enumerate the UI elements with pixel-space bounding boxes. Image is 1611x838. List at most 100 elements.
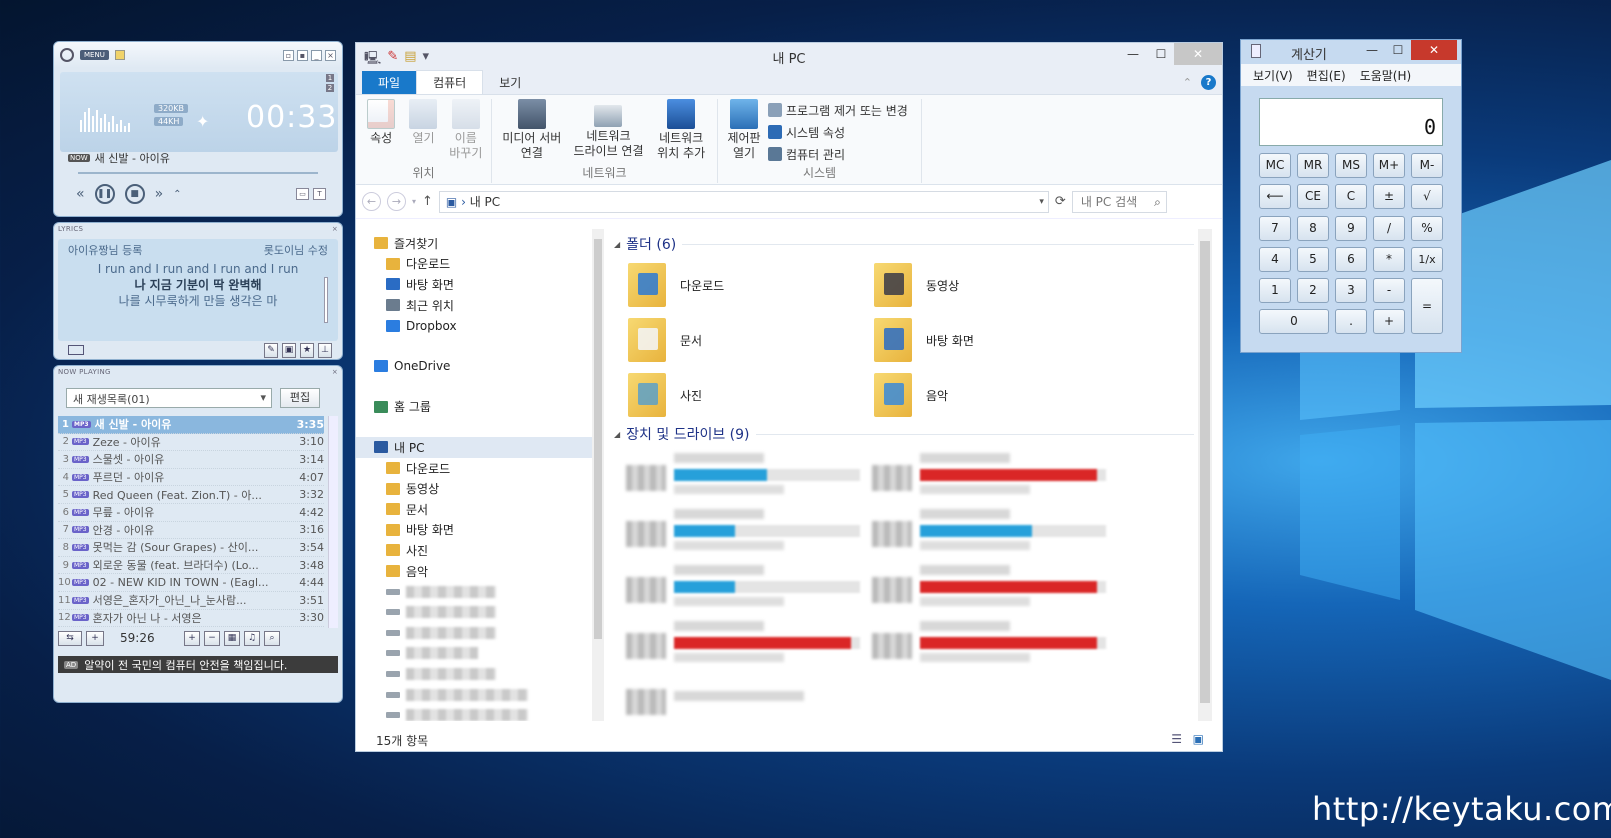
- calc-key[interactable]: MC: [1259, 153, 1291, 178]
- drive-item[interactable]: [626, 509, 862, 553]
- calc-key[interactable]: .: [1335, 309, 1367, 334]
- track-row[interactable]: 10 MP3 02 - NEW KID IN TOWN - (Eagl... 4:44: [58, 574, 324, 592]
- calc-key[interactable]: 2: [1297, 278, 1329, 303]
- nav-item-drive[interactable]: [356, 705, 596, 721]
- playlist-select[interactable]: 새 재생목록(01): [66, 388, 272, 408]
- twitter-icon[interactable]: ✦: [196, 112, 209, 131]
- rewind-icon[interactable]: «: [76, 186, 85, 202]
- maximize-icon[interactable]: ☐: [1148, 43, 1174, 65]
- folder-item[interactable]: 사진: [628, 373, 702, 417]
- nav-item-pc[interactable]: 동영상: [356, 478, 596, 499]
- pin-icon[interactable]: ⊥: [318, 343, 332, 358]
- search-icon[interactable]: ⌕: [264, 630, 280, 646]
- close-icon[interactable]: ×: [332, 225, 338, 235]
- drive-item[interactable]: [872, 509, 1108, 553]
- track-row[interactable]: 9 MP3 외로운 동물 (feat. 브라더수) (Lo... 3:48: [58, 557, 324, 575]
- track-row[interactable]: 2 MP3 Zeze - 아이유 3:10: [58, 434, 324, 452]
- close-icon[interactable]: ×: [332, 368, 338, 378]
- calc-key[interactable]: CE: [1297, 184, 1329, 209]
- forward-icon[interactable]: »: [155, 186, 164, 202]
- seek-bar[interactable]: [78, 172, 318, 174]
- calc-key[interactable]: /: [1373, 216, 1405, 241]
- track-row[interactable]: 5 MP3 Red Queen (Feat. Zion.T) - 아... 3:32: [58, 486, 324, 504]
- stop-button[interactable]: ■: [124, 184, 145, 204]
- calc-key[interactable]: 1/x: [1411, 247, 1443, 272]
- add-icon[interactable]: +: [184, 630, 200, 646]
- uninstall-program-button[interactable]: 프로그램 제거 또는 변경: [768, 99, 908, 121]
- folder-item[interactable]: 다운로드: [628, 263, 724, 307]
- minimize-icon[interactable]: _: [311, 49, 322, 61]
- computer-management-button[interactable]: 컴퓨터 관리: [768, 143, 908, 165]
- folder-item[interactable]: 음악: [874, 373, 948, 417]
- nav-item-fav[interactable]: 최근 위치: [356, 295, 596, 316]
- device-item[interactable]: [626, 677, 862, 721]
- nav-item-fav[interactable]: 다운로드: [356, 254, 596, 275]
- tab-view[interactable]: 보기: [483, 71, 537, 94]
- text-icon[interactable]: T: [313, 188, 326, 200]
- playlist-scrollbar[interactable]: [328, 416, 338, 628]
- back-icon[interactable]: ←: [362, 192, 381, 211]
- nav-onedrive[interactable]: OneDrive: [356, 356, 596, 377]
- minimize-icon[interactable]: —: [1120, 43, 1146, 65]
- eject-icon[interactable]: ⌃: [173, 189, 181, 200]
- track-row[interactable]: 3 MP3 스물셋 - 아이유 3:14: [58, 451, 324, 469]
- menu-view[interactable]: 보기(V): [1253, 67, 1293, 83]
- calc-key[interactable]: ⟵: [1259, 184, 1291, 209]
- drive-item[interactable]: [872, 565, 1108, 609]
- refresh-icon[interactable]: ⟳: [1055, 194, 1066, 209]
- address-dropdown-icon[interactable]: ▾: [1039, 192, 1044, 212]
- calc-key[interactable]: 6: [1335, 247, 1367, 272]
- nav-favorites[interactable]: 즐겨찾기: [356, 233, 596, 254]
- calc-key[interactable]: 9: [1335, 216, 1367, 241]
- calc-key[interactable]: =: [1411, 278, 1443, 334]
- add-folder-icon[interactable]: +: [86, 630, 104, 646]
- track-row[interactable]: 7 MP3 안경 - 아이유 3:16: [58, 522, 324, 540]
- ad-banner[interactable]: AD 알약이 전 국민의 컴퓨터 안전을 책임집니다.: [58, 656, 338, 673]
- nav-item-drive[interactable]: [356, 664, 596, 685]
- drive-item[interactable]: [626, 621, 862, 665]
- calc-key[interactable]: *: [1373, 247, 1405, 272]
- nav-item-pc[interactable]: 다운로드: [356, 458, 596, 479]
- track-row[interactable]: 8 MP3 못먹는 감 (Sour Grapes) - 산이... 3:54: [58, 539, 324, 557]
- calc-key[interactable]: √: [1411, 184, 1443, 209]
- edit-lyrics-icon[interactable]: ✎: [264, 343, 278, 358]
- navigation-scroll-thumb[interactable]: [594, 239, 602, 639]
- close-icon[interactable]: ×: [325, 49, 336, 61]
- drives-section-header[interactable]: ◢ 장치 및 드라이브 (9): [614, 423, 1194, 445]
- nav-item-pc[interactable]: 음악: [356, 561, 596, 582]
- track-row[interactable]: 6 MP3 무릎 - 아이유 4:42: [58, 504, 324, 522]
- drive-item[interactable]: [872, 453, 1108, 497]
- recent-locations-icon[interactable]: ▾: [412, 197, 416, 206]
- content-scrollbar[interactable]: [1198, 229, 1212, 721]
- track-row[interactable]: 12 MP3 혼자가 아닌 나 - 서영은 3:30: [58, 610, 324, 628]
- calc-key[interactable]: +: [1373, 309, 1405, 334]
- skin-icon[interactable]: [114, 50, 125, 60]
- calc-key[interactable]: 0: [1259, 309, 1329, 334]
- close-icon[interactable]: ✕: [1174, 43, 1222, 65]
- minimize-icon[interactable]: —: [1359, 40, 1385, 60]
- system-properties-button[interactable]: 시스템 속성: [768, 121, 908, 143]
- calc-key[interactable]: MS: [1335, 153, 1367, 178]
- calc-key[interactable]: M+: [1373, 153, 1405, 178]
- compact-mode-icon[interactable]: ▪: [297, 49, 308, 61]
- large-icons-view-icon[interactable]: ▣: [1193, 732, 1204, 746]
- pause-button[interactable]: ❚❚: [94, 184, 115, 204]
- grid-icon[interactable]: ▦: [224, 630, 240, 646]
- drive-item[interactable]: [626, 453, 862, 497]
- shuffle-icon[interactable]: ⇆: [58, 630, 82, 646]
- lyrics-scrollbar[interactable]: [324, 277, 328, 323]
- nav-item-pc[interactable]: 사진: [356, 540, 596, 561]
- drive-item[interactable]: [626, 565, 862, 609]
- player-menu-button[interactable]: MENU: [80, 50, 109, 60]
- remove-icon[interactable]: −: [204, 630, 220, 646]
- folders-section-header[interactable]: ◢ 폴더 (6): [614, 233, 1194, 255]
- calc-key[interactable]: C: [1335, 184, 1367, 209]
- address-bar[interactable]: ▣ › 내 PC ▾: [438, 190, 1049, 213]
- folder-item[interactable]: 바탕 화면: [874, 318, 974, 362]
- mini-mode-icon[interactable]: ▫: [283, 49, 294, 61]
- calc-key[interactable]: %: [1411, 216, 1443, 241]
- nav-item-fav[interactable]: Dropbox: [356, 315, 596, 336]
- close-icon[interactable]: ✕: [1411, 40, 1457, 60]
- up-icon[interactable]: ↑: [422, 194, 433, 209]
- library-icon[interactable]: ♫: [244, 630, 260, 646]
